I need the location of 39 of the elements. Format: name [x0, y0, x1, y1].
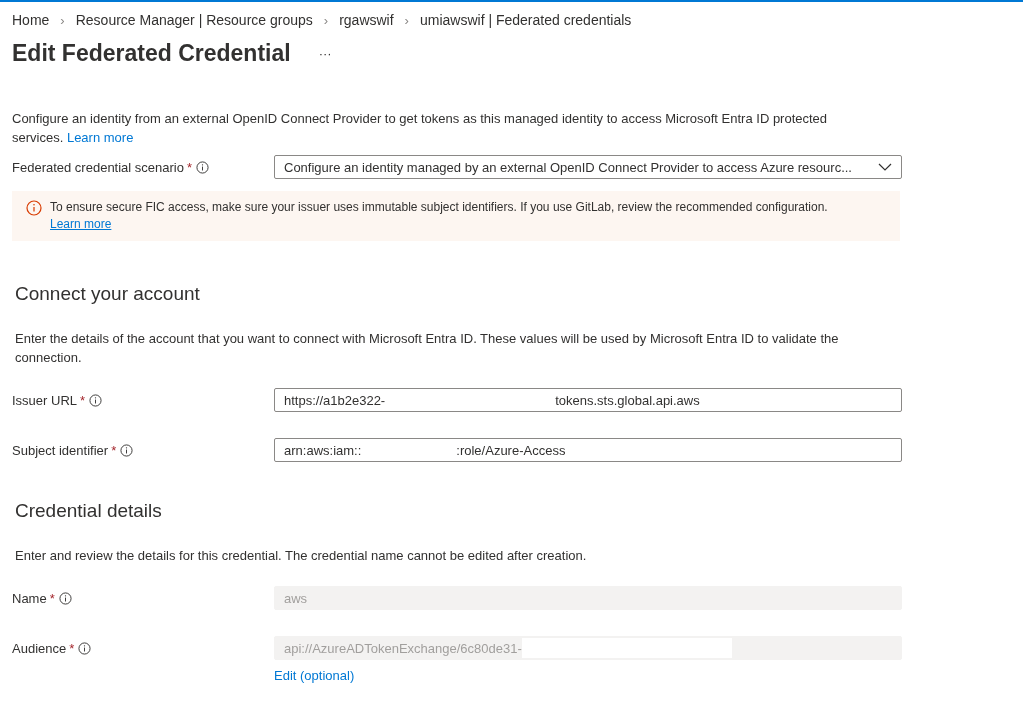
section-description: Enter the details of the account that you want to connect with Microsoft Entra ID. These values will be used by Microsoft Entra ID to validate the connection.	[14, 330, 840, 367]
section-heading: Connect your account	[14, 283, 201, 305]
scenario-dropdown[interactable]: Configure an identity managed by an external OpenID Connect Provider to access Azure resourc...	[274, 155, 902, 179]
input-field: aws	[274, 586, 902, 610]
page-title: Edit Federated Credential	[12, 40, 291, 67]
info-icon[interactable]	[58, 592, 72, 605]
info-icon[interactable]	[196, 161, 210, 174]
breadcrumb-link[interactable]: rgawswif	[339, 12, 394, 28]
section-heading: Credential details	[14, 500, 163, 522]
required-mark: *	[187, 160, 193, 175]
info-icon[interactable]	[78, 642, 92, 655]
input-field[interactable]: arn:aws:iam:: :role/Azure-Access	[274, 438, 902, 462]
info-icon	[26, 200, 42, 216]
field-label: Name	[12, 591, 47, 606]
field-label: Subject identifier	[12, 443, 109, 458]
field-label: Issuer URL	[12, 393, 78, 408]
required-mark: *	[111, 443, 117, 458]
required-mark: *	[69, 641, 75, 656]
required-mark: *	[49, 591, 55, 606]
more-options-button[interactable]: ···	[318, 46, 332, 61]
breadcrumb-link[interactable]: umiawswif | Federated credentials	[419, 12, 632, 28]
section-description: Enter and review the details for this credential. The credential name cannot be edited after creation.	[14, 547, 588, 565]
learn-more-link[interactable]: Learn more	[66, 130, 134, 145]
learn-more-link[interactable]: Learn more	[50, 217, 112, 231]
chevron-right-icon: ›	[323, 12, 329, 28]
info-icon[interactable]	[120, 444, 134, 457]
chevron-down-icon	[878, 163, 892, 171]
breadcrumb-link[interactable]: Resource Manager | Resource groups	[75, 12, 313, 28]
input-field: api://AzureADTokenExchange/6c80de31-	[274, 636, 902, 660]
chevron-right-icon: ›	[404, 12, 409, 28]
intro-text: Configure an identity from an external OpenID Connect Provider to get tokens as this managed identity to access Microsoft Entra ID protected services. Learn more	[11, 110, 829, 147]
field-label: Audience	[12, 641, 67, 656]
warning-text: To ensure secure FIC access, make sure your issuer uses immutable subject identifiers. If you use GitLab, review the recommended configuration. Learn more	[50, 199, 829, 233]
input-field[interactable]: https://a1b2e322- tokens.sts.global.api.aws	[274, 388, 902, 412]
info-icon[interactable]	[89, 394, 103, 407]
required-mark: *	[80, 393, 86, 408]
field-label: Federated credential scenario	[12, 160, 184, 175]
breadcrumb-link[interactable]: Home	[12, 12, 50, 28]
chevron-right-icon: ›	[60, 12, 65, 28]
